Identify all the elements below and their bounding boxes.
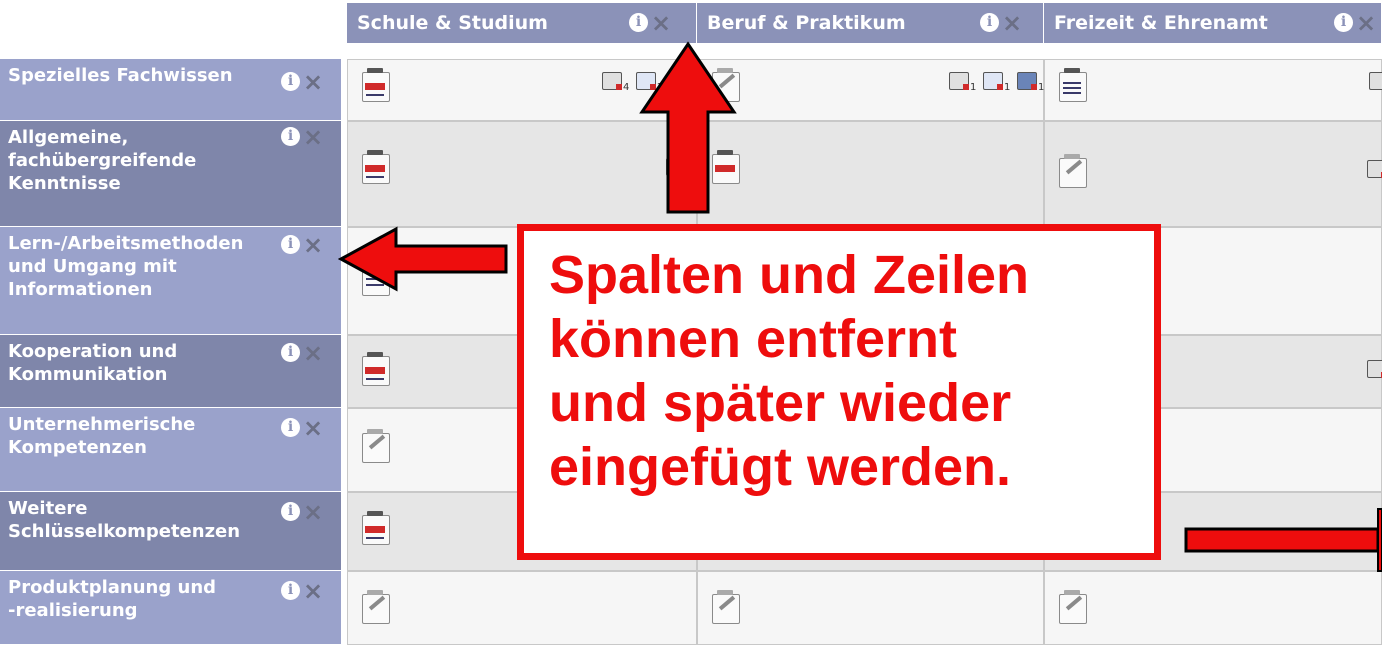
row-label-line: Informationen	[8, 279, 153, 300]
page-icon[interactable]: 1	[983, 70, 1010, 93]
artifact-counts: 1 1 1	[949, 70, 1044, 93]
row-header-lernmethoden: Lern-/Arbeitsmethoden und Umgang mit Inf…	[0, 227, 341, 335]
grid-cell[interactable]: 3	[1044, 59, 1382, 121]
info-icon[interactable]: i	[281, 581, 300, 600]
row-actions: i ×	[281, 341, 323, 365]
callout-line: Spalten und Zeilen	[549, 245, 1030, 305]
grid-cell[interactable]	[697, 121, 1044, 227]
close-icon[interactable]: ×	[303, 233, 323, 257]
row-header-allgemeine: Allgemeine, fachübergreifende Kenntnisse…	[0, 121, 341, 227]
row-actions: i ×	[281, 70, 323, 94]
row-header-unternehmerisch: Unternehmerische Kompetenzen i ×	[0, 408, 341, 492]
column-actions: i ×	[1334, 11, 1376, 35]
close-icon[interactable]: ×	[303, 416, 323, 440]
row-actions: i ×	[281, 416, 323, 440]
row-actions: i ×	[281, 125, 323, 149]
archive-icon[interactable]	[1367, 158, 1382, 178]
notepad-icon[interactable]	[362, 590, 390, 624]
annotation-callout: Spalten und Zeilen können entfernt und s…	[517, 224, 1161, 560]
info-icon[interactable]: i	[281, 72, 300, 91]
close-icon[interactable]: ×	[303, 125, 323, 149]
close-icon[interactable]: ×	[1356, 11, 1376, 35]
callout-line: und später wieder	[549, 373, 1012, 433]
column-label: Freizeit & Ehrenamt	[1054, 12, 1268, 34]
row-actions: i ×	[281, 500, 323, 524]
column-actions: i ×	[980, 11, 1022, 35]
count-label: 1	[970, 82, 977, 93]
close-icon[interactable]: ×	[303, 579, 323, 603]
document-icon[interactable]	[1059, 68, 1087, 102]
document-icon[interactable]	[362, 511, 390, 545]
row-header-fachwissen: Spezielles Fachwissen i ×	[0, 59, 341, 121]
grid-cell[interactable]	[1044, 571, 1382, 645]
archive-icon[interactable]: 3	[1369, 70, 1382, 90]
column-label: Beruf & Praktikum	[707, 12, 906, 34]
row-label-line: fachübergreifende	[8, 150, 197, 171]
notepad-icon[interactable]	[362, 429, 390, 463]
grid-cell[interactable]	[697, 571, 1044, 645]
column-header-schule: Schule & Studium i ×	[347, 3, 697, 43]
close-icon[interactable]: ×	[651, 11, 671, 35]
info-icon[interactable]: i	[281, 127, 300, 146]
document-icon[interactable]	[362, 150, 390, 184]
info-icon[interactable]: i	[281, 235, 300, 254]
row-header-produktplanung: Produktplanung und -realisierung i ×	[0, 571, 341, 645]
column-actions: i ×	[629, 11, 671, 35]
callout-line: können entfernt	[549, 309, 958, 369]
row-label-line: und Umgang mit	[8, 256, 177, 277]
callout-line: eingefügt werden.	[549, 437, 1012, 497]
artifact-counts: 3	[1369, 70, 1382, 90]
row-header-weitere: Weitere Schlüsselkompetenzen i ×	[0, 492, 341, 571]
column-label: Schule & Studium	[357, 12, 548, 34]
info-icon[interactable]: i	[281, 343, 300, 362]
count-label: 1	[1004, 82, 1011, 93]
info-icon[interactable]: i	[629, 13, 648, 32]
close-icon[interactable]: ×	[1002, 11, 1022, 35]
info-icon[interactable]: i	[281, 502, 300, 521]
row-header-kooperation: Kooperation und Kommunikation i ×	[0, 335, 341, 408]
row-label-line: -realisierung	[8, 600, 138, 621]
grid-cell[interactable]: 1 1 1	[697, 59, 1044, 121]
close-icon[interactable]: ×	[303, 70, 323, 94]
count-label: 4	[623, 82, 630, 93]
row-label-line: Schlüsselkompetenzen	[8, 521, 241, 542]
row-actions: i ×	[281, 233, 323, 257]
info-icon[interactable]: i	[980, 13, 999, 32]
info-icon[interactable]: i	[281, 418, 300, 437]
column-header-beruf: Beruf & Praktikum i ×	[697, 3, 1044, 43]
grid-cell[interactable]	[1044, 121, 1382, 227]
close-icon[interactable]: ×	[303, 341, 323, 365]
row-label-line: Kompetenzen	[8, 437, 147, 458]
row-label-line: Kenntnisse	[8, 173, 121, 194]
notepad-icon[interactable]	[1059, 154, 1087, 188]
row-actions: i ×	[281, 579, 323, 603]
archive-icon[interactable]: 4	[602, 70, 629, 93]
row-label-line: Kommunikation	[8, 364, 168, 385]
row-label: Spezielles Fachwissen	[8, 65, 233, 86]
info-icon[interactable]: i	[1334, 13, 1353, 32]
document-icon[interactable]	[362, 68, 390, 102]
arrow-left-icon	[338, 226, 508, 292]
image-icon[interactable]: 1	[1017, 70, 1044, 93]
arrow-up-icon	[639, 41, 737, 214]
archive-icon[interactable]: 1	[949, 70, 976, 93]
grid-cell[interactable]	[347, 571, 697, 645]
archive-icon[interactable]	[1367, 358, 1382, 378]
column-header-freizeit: Freizeit & Ehrenamt i ×	[1044, 3, 1382, 43]
notepad-icon[interactable]	[712, 590, 740, 624]
arrow-right-icon	[1184, 508, 1382, 572]
document-icon[interactable]	[362, 352, 390, 386]
close-icon[interactable]: ×	[303, 500, 323, 524]
notepad-icon[interactable]	[1059, 590, 1087, 624]
